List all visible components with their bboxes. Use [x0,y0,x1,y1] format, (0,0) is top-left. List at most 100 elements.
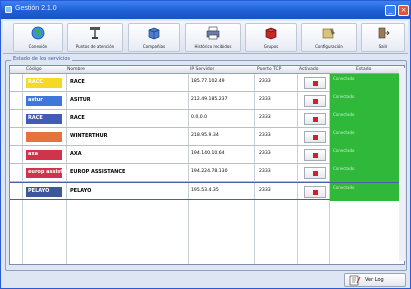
history-button[interactable]: Histórico recibidos [185,23,241,52]
window-title: Gestión 2.1.0 [15,5,57,12]
companies-label: Compañías [142,44,166,49]
cell-port: 2333 [259,79,271,84]
stop-icon [313,190,318,195]
cube-icon [265,27,277,40]
company-logo: RACC [24,76,64,90]
cell-ip: 0.0.0.0 [191,115,208,120]
col-state[interactable]: Estado [356,67,371,72]
cell-port: 2333 [259,151,271,156]
config-icon [322,28,335,39]
toggle-active-button[interactable] [304,131,326,143]
col-name[interactable]: Nombre [67,67,85,72]
status-cell: Conectado [330,74,404,92]
table-row[interactable]: RACC RACE 185.77.102.49 2333 Conectado [10,74,404,92]
toggle-active-button[interactable] [304,167,326,179]
company-logo-text: europ assistance [28,169,76,175]
cell-port: 2333 [259,97,271,102]
status-cell: Conectado [330,110,404,128]
status-cell: Conectado [330,128,404,146]
settings-label: Configuración [315,44,343,49]
cell-ip: 195.53.4.35 [191,188,219,193]
table-row[interactable]: PELAYO PELAYO 195.53.4.35 2333 Conectado [10,182,404,201]
col-active[interactable]: Activado [299,67,319,72]
status-cell: Conectado [330,92,404,110]
companies-button[interactable]: Compañías [128,23,180,52]
company-logo: RACE [24,112,64,126]
cell-ip: 212.49.185.237 [191,97,228,102]
status-text: Conectado [333,148,355,153]
col-port[interactable]: Puerto TCP [257,67,281,72]
table-row[interactable]: axa AXA 194.140.10.64 2333 Conectado [10,146,404,164]
status-cell: Conectado [330,146,404,164]
status-cell: Conectado [330,183,404,201]
settings-button[interactable]: Configuración [301,23,357,52]
toggle-active-button[interactable] [304,149,326,161]
company-logo: PELAYO [24,185,64,199]
table-row[interactable]: WINTERTHUR 218.95.9.34 2333 Conectado [10,128,404,146]
globe-icon [31,26,45,40]
table-header: Código Nombre IP Servidor Puerto TCP Act… [10,66,404,74]
company-logo: astur [24,94,64,108]
title-bar: Gestión 2.1.0 _ × [1,1,410,19]
cell-name: WINTERTHUR [70,133,108,139]
toolbar: Conexión Puntos de atención Compañías Hi… [3,21,408,54]
company-logo: axa [24,148,64,162]
connection-label: Conexión [28,44,48,49]
cell-port: 2333 [259,133,271,138]
tools-icon [90,27,100,39]
attention-points-label: Puntos de atención [75,44,115,49]
toggle-active-button[interactable] [304,113,326,125]
app-window: Gestión 2.1.0 _ × Conexión Puntos de ate… [0,0,411,289]
connection-button[interactable]: Conexión [13,23,63,52]
groups-button[interactable]: Grupos [245,23,297,52]
cell-port: 2333 [259,188,271,193]
company-logo-text: RACE [28,115,43,121]
table-row[interactable]: astur ASITUR 212.49.185.237 2333 Conectado [10,92,404,110]
stop-icon [313,135,318,140]
cell-name: RACE [70,79,85,85]
cell-name: EUROP ASSISTANCE [70,169,126,175]
toggle-active-button[interactable] [304,186,326,198]
company-logo: europ assistance [24,166,76,180]
status-text: Conectado [333,185,355,190]
vertical-scrollbar[interactable] [399,68,405,261]
cell-ip: 194.224.78.130 [191,169,228,174]
company-logo-text: astur [28,97,43,103]
cell-name: AXA [70,151,82,157]
bottom-bar: Ver Log [1,273,410,289]
stop-icon [313,81,318,86]
view-log-button[interactable]: Ver Log [344,273,406,287]
cell-ip: 194.140.10.64 [191,151,225,156]
table-row[interactable]: europ assistance EUROP ASSISTANCE 194.224.… [10,164,404,182]
exit-icon [378,27,390,39]
table-row[interactable]: RACE RACE 0.0.0.0 2333 Conectado [10,110,404,128]
col-code[interactable]: Código [26,67,42,72]
cell-name: RACE [70,115,85,121]
status-text: Conectado [333,166,355,171]
company-logo-text: PELAYO [28,188,50,194]
stop-icon [313,117,318,122]
attention-points-button[interactable]: Puntos de atención [67,23,123,52]
cell-ip: 218.95.9.34 [191,133,219,138]
exit-label: Salir [378,44,388,49]
box-icon [148,27,160,40]
cell-ip: 185.77.102.49 [191,79,225,84]
cell-name: PELAYO [70,188,92,194]
col-ip[interactable]: IP Servidor [190,67,214,72]
status-text: Conectado [333,94,355,99]
stop-icon [313,99,318,104]
app-icon [5,6,12,13]
toggle-active-button[interactable] [304,77,326,89]
cell-port: 2333 [259,115,271,120]
toggle-active-button[interactable] [304,95,326,107]
minimize-button[interactable]: _ [385,5,396,16]
stop-icon [313,153,318,158]
status-cell: Conectado [330,164,404,182]
groups-label: Grupos [263,44,279,49]
services-group-label: Estado de los servicios [11,56,72,62]
company-logo-text: axa [28,151,38,157]
stop-icon [313,171,318,176]
log-icon [349,275,361,286]
close-button[interactable]: × [398,5,409,16]
exit-button[interactable]: Salir [361,23,405,52]
